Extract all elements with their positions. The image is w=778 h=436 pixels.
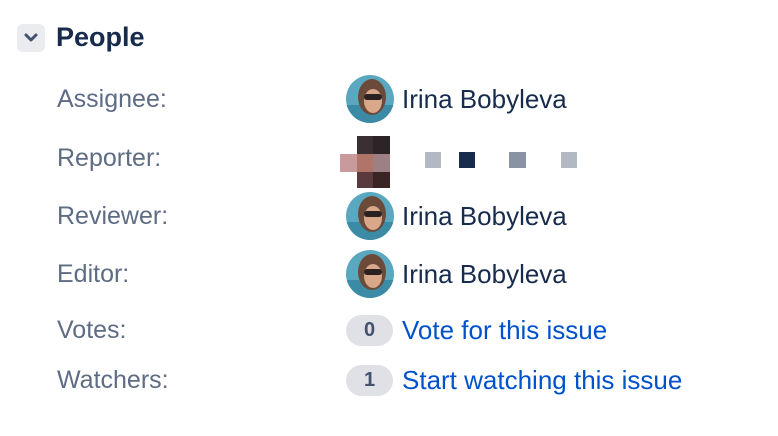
avatar	[346, 75, 394, 123]
people-section-header: People	[17, 22, 145, 53]
reporter-label: Reporter:	[57, 143, 162, 172]
assignee-row: Assignee: Irina Bobyleva	[57, 75, 757, 123]
votes-count-badge: 0	[346, 314, 393, 346]
votes-value: 0 Vote for this issue	[346, 314, 607, 346]
assignee-user[interactable]: Irina Bobyleva	[346, 75, 567, 123]
watchers-value: 1 Start watching this issue	[346, 364, 682, 396]
collapse-toggle-button[interactable]	[17, 23, 45, 52]
avatar	[346, 250, 394, 298]
reviewer-user[interactable]: Irina Bobyleva	[346, 192, 567, 240]
chevron-down-icon	[24, 33, 38, 41]
section-title: People	[56, 22, 145, 52]
reviewer-row: Reviewer: Irina Bobyleva	[57, 192, 757, 240]
editor-name: Irina Bobyleva	[402, 258, 567, 289]
assignee-name: Irina Bobyleva	[402, 83, 567, 114]
votes-row: Votes: 0 Vote for this issue	[57, 310, 757, 350]
watch-link[interactable]: Start watching this issue	[402, 365, 682, 396]
editor-user[interactable]: Irina Bobyleva	[346, 250, 567, 298]
vote-link[interactable]: Vote for this issue	[402, 315, 607, 346]
assignee-label: Assignee:	[57, 84, 167, 113]
watchers-label: Watchers:	[57, 365, 169, 394]
reviewer-label: Reviewer:	[57, 201, 169, 230]
editor-row: Editor: Irina Bobyleva	[57, 250, 757, 298]
reporter-row: Reporter:	[57, 138, 757, 178]
watchers-count-badge: 1	[346, 364, 393, 396]
watchers-row: Watchers: 1 Start watching this issue	[57, 360, 757, 400]
avatar	[346, 192, 394, 240]
votes-label: Votes:	[57, 315, 127, 344]
editor-label: Editor:	[57, 259, 130, 288]
reviewer-name: Irina Bobyleva	[402, 200, 567, 231]
